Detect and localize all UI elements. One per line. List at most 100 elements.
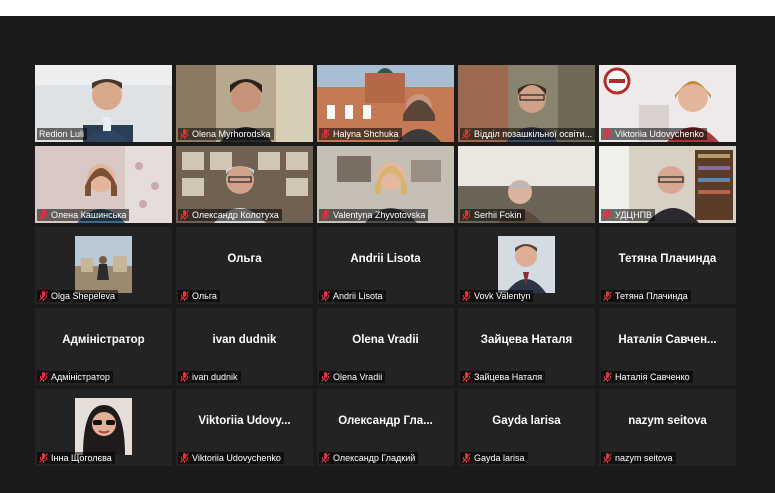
participant-name: Andrii Lisota <box>333 291 383 301</box>
participant-name-label: Олександр Колотуха <box>178 209 282 221</box>
participant-name: Valentyna Zhyvotovska <box>333 210 426 220</box>
participant-name: Олександр Гладкий <box>333 453 416 463</box>
participant-tile[interactable]: Viktoriia Udovychenko <box>599 65 736 142</box>
participant-name: Інна Щоголєва <box>51 453 112 463</box>
participant-display-name: nazym seitova <box>628 415 707 427</box>
mic-muted-icon <box>603 210 612 220</box>
mic-muted-icon <box>603 453 612 463</box>
participant-tile[interactable]: nazym seitova nazym seitova <box>599 389 736 466</box>
mic-muted-icon <box>180 210 189 220</box>
participant-name: Olena Myrhorodska <box>192 129 271 139</box>
mic-muted-icon <box>462 453 471 463</box>
participant-display-name: Viktoriia Udovy... <box>198 415 291 427</box>
participant-tile[interactable]: Олександр Колотуха <box>176 146 313 223</box>
participant-name-label: Зайцева Наталя <box>460 371 546 383</box>
participant-name-label: Olena Myrhorodska <box>178 128 274 140</box>
mic-muted-icon <box>462 372 471 382</box>
participant-name: Адміністратор <box>51 372 110 382</box>
participant-tile[interactable]: Ольга Ольга <box>176 227 313 304</box>
profile-picture <box>75 236 132 293</box>
participant-name: Тетяна Плачинда <box>615 291 688 301</box>
participant-display-name: ivan dudnik <box>212 334 277 346</box>
participant-name-label: Gayda larisa <box>460 452 528 464</box>
participant-name: Зайцева Наталя <box>474 372 543 382</box>
mic-muted-icon <box>39 210 48 220</box>
mic-muted-icon <box>321 453 330 463</box>
participant-name-label: Олександр Гладкий <box>319 452 419 464</box>
participant-name: Olga Shepeleva <box>51 291 116 301</box>
participant-name-label: Адміністратор <box>37 371 113 383</box>
participant-tile[interactable]: Vovk Valentyn <box>458 227 595 304</box>
mic-muted-icon <box>603 129 612 139</box>
participant-tile[interactable]: ivan dudnik ivan dudnik <box>176 308 313 385</box>
participant-display-name: Адміністратор <box>62 334 145 346</box>
participant-name-label: ivan dudnik <box>178 371 241 383</box>
mic-muted-icon <box>462 210 471 220</box>
mic-muted-icon <box>603 372 612 382</box>
participant-name: Gayda larisa <box>474 453 525 463</box>
participant-name-label: nazym seitova <box>601 452 676 464</box>
mic-muted-icon <box>462 129 471 139</box>
participant-display-name: Gayda larisa <box>492 415 561 427</box>
participant-name-label: Тетяна Плачинда <box>601 290 691 302</box>
top-strip <box>0 0 775 16</box>
participant-tile[interactable]: Olena Vradii Olena Vradii <box>317 308 454 385</box>
participant-name: Redion Luli <box>39 129 85 139</box>
participant-tile[interactable]: Halyna Shchuka <box>317 65 454 142</box>
participant-name: Ольга <box>192 291 217 301</box>
participant-name-label: Andrii Lisota <box>319 290 386 302</box>
participant-tile[interactable]: Тетяна Плачинда Тетяна Плачинда <box>599 227 736 304</box>
participant-tile[interactable]: Serhii Fokin <box>458 146 595 223</box>
participant-tile[interactable]: Gayda larisa Gayda larisa <box>458 389 595 466</box>
mic-muted-icon <box>180 291 189 301</box>
participant-tile[interactable]: Olga Shepeleva <box>35 227 172 304</box>
participant-tile[interactable]: Redion Luli <box>35 65 172 142</box>
participant-tile[interactable]: Відділ позашкільної освіти... <box>458 65 595 142</box>
participant-name-label: Viktoriia Udovychenko <box>178 452 284 464</box>
mic-muted-icon <box>321 372 330 382</box>
participant-name: nazym seitova <box>615 453 673 463</box>
participant-name: Serhii Fokin <box>474 210 522 220</box>
participant-tile[interactable]: Олександр Гла... Олександр Гладкий <box>317 389 454 466</box>
participant-display-name: Olena Vradii <box>352 334 419 346</box>
participant-tile[interactable]: Адміністратор Адміністратор <box>35 308 172 385</box>
mic-muted-icon <box>180 372 189 382</box>
participant-name-label: Olga Shepeleva <box>37 290 119 302</box>
participant-name: УДЦНПВ <box>615 210 653 220</box>
participant-name: Viktoriia Udovychenko <box>615 129 704 139</box>
participant-tile[interactable]: Зайцева Наталя Зайцева Наталя <box>458 308 595 385</box>
participant-tile[interactable]: Наталія Савчен... Наталія Савченко <box>599 308 736 385</box>
participant-tile[interactable]: Інна Щоголєва <box>35 389 172 466</box>
mic-muted-icon <box>39 291 48 301</box>
participant-display-name: Тетяна Плачинда <box>618 253 717 265</box>
participant-name-label: Halyna Shchuka <box>319 128 402 140</box>
participant-name-label: Відділ позашкільної освіти... <box>460 128 595 140</box>
participant-tile[interactable]: Andrii Lisota Andrii Lisota <box>317 227 454 304</box>
profile-picture <box>498 236 555 293</box>
participant-name-label: Viktoriia Udovychenko <box>601 128 707 140</box>
participant-name-label: Redion Luli <box>37 128 88 140</box>
participant-name: Наталія Савченко <box>615 372 690 382</box>
participant-tile[interactable]: Olena Myrhorodska <box>176 65 313 142</box>
participant-name-label: Olena Vradii <box>319 371 386 383</box>
participant-tile[interactable]: Valentyna Zhyvotovska <box>317 146 454 223</box>
profile-picture <box>75 398 132 455</box>
mic-muted-icon <box>462 291 471 301</box>
mic-muted-icon <box>180 129 189 139</box>
participant-name: Viktoriia Udovychenko <box>192 453 281 463</box>
participant-name-label: Serhii Fokin <box>460 209 525 221</box>
participant-display-name: Ольга <box>227 253 262 265</box>
participant-tile[interactable]: Viktoriia Udovy... Viktoriia Udovychenko <box>176 389 313 466</box>
participant-tile[interactable]: Олена Кашинська <box>35 146 172 223</box>
participant-name-label: Ольга <box>178 290 220 302</box>
participant-name-label: УДЦНПВ <box>601 209 656 221</box>
participant-name-label: Valentyna Zhyvotovska <box>319 209 429 221</box>
participant-grid: Redion Luli Olena Myrhorodska Halyna Shc… <box>35 65 736 466</box>
participant-name: ivan dudnik <box>192 372 238 382</box>
participant-tile[interactable]: УДЦНПВ <box>599 146 736 223</box>
participant-display-name: Зайцева Наталя <box>480 334 573 346</box>
participant-name: Відділ позашкільної освіти... <box>474 129 593 139</box>
participant-name: Olena Vradii <box>333 372 383 382</box>
mic-muted-icon <box>321 210 330 220</box>
mic-muted-icon <box>321 291 330 301</box>
